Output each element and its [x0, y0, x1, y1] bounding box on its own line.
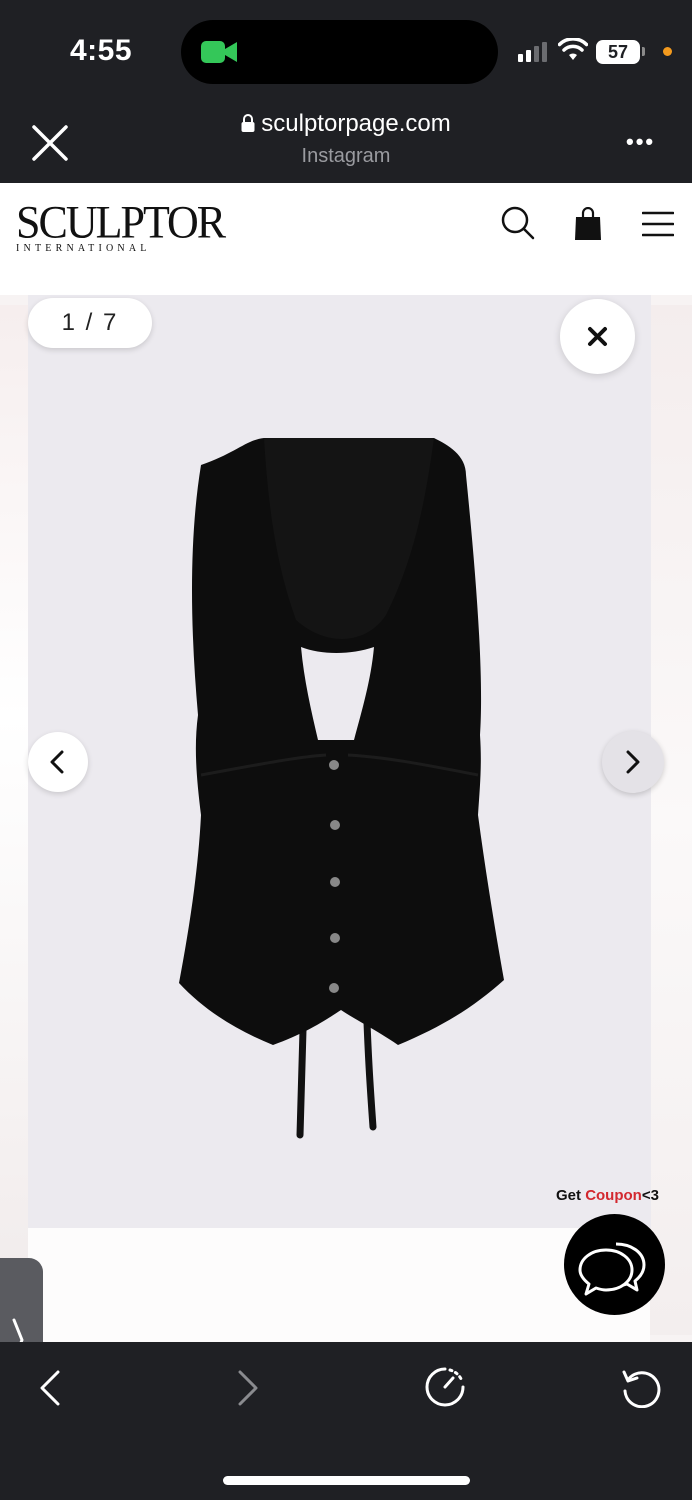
back-icon[interactable] — [36, 1368, 66, 1408]
battery-tip — [642, 47, 645, 56]
camera-indicator-icon — [201, 41, 237, 63]
url-text: sculptorpage.com — [261, 110, 451, 137]
home-indicator — [223, 1476, 470, 1485]
cellular-signal-icon — [518, 42, 547, 62]
chevron-right-icon — [626, 750, 640, 774]
chevron-left-icon — [50, 750, 64, 774]
chat-bubbles-icon — [578, 1242, 646, 1296]
background-right-strip — [650, 305, 692, 1335]
recording-dot — [663, 47, 672, 56]
coupon-suffix: <3 — [641, 1187, 659, 1204]
forward-icon[interactable] — [232, 1368, 262, 1408]
dynamic-island — [181, 20, 498, 84]
site-logo[interactable]: SCULPTOR INTERNATIONAL — [16, 196, 226, 254]
previous-image-button[interactable] — [28, 732, 88, 792]
source-app-label: Instagram — [301, 145, 391, 167]
product-image-gallery[interactable]: 1 / 7 — [28, 295, 664, 1228]
logo-wordmark: SCULPTOR — [16, 196, 226, 249]
menu-icon[interactable] — [642, 211, 674, 237]
status-time: 4:55 — [70, 34, 133, 67]
coupon-prefix: Get — [556, 1187, 586, 1204]
chat-button[interactable] — [564, 1214, 665, 1315]
more-icon[interactable]: ••• — [626, 131, 655, 153]
shopping-bag-icon[interactable] — [574, 207, 602, 241]
site-header: SCULPTOR INTERNATIONAL — [0, 183, 692, 295]
status-bar: 4:55 57 — [0, 0, 692, 100]
battery-indicator: 57 — [596, 40, 640, 64]
background-left-strip — [0, 305, 28, 1335]
lock-icon — [241, 114, 255, 132]
search-icon[interactable] — [500, 205, 536, 241]
background-bottom-strip — [28, 1228, 650, 1342]
coupon-link[interactable]: Get Coupon<3 — [556, 1187, 659, 1204]
in-app-browser-header: sculptorpage.com Instagram ••• — [0, 100, 692, 183]
gallery-close-button[interactable] — [560, 299, 635, 374]
image-counter: 1 / 7 — [28, 298, 152, 348]
coupon-highlight: Coupon — [585, 1187, 642, 1204]
reload-icon[interactable] — [620, 1366, 662, 1408]
next-image-button[interactable] — [602, 731, 664, 793]
url-bar[interactable]: sculptorpage.com — [0, 110, 692, 138]
speed-icon[interactable] — [424, 1366, 466, 1408]
close-icon — [588, 327, 607, 346]
product-image — [179, 438, 504, 1139]
wifi-icon — [558, 38, 588, 60]
